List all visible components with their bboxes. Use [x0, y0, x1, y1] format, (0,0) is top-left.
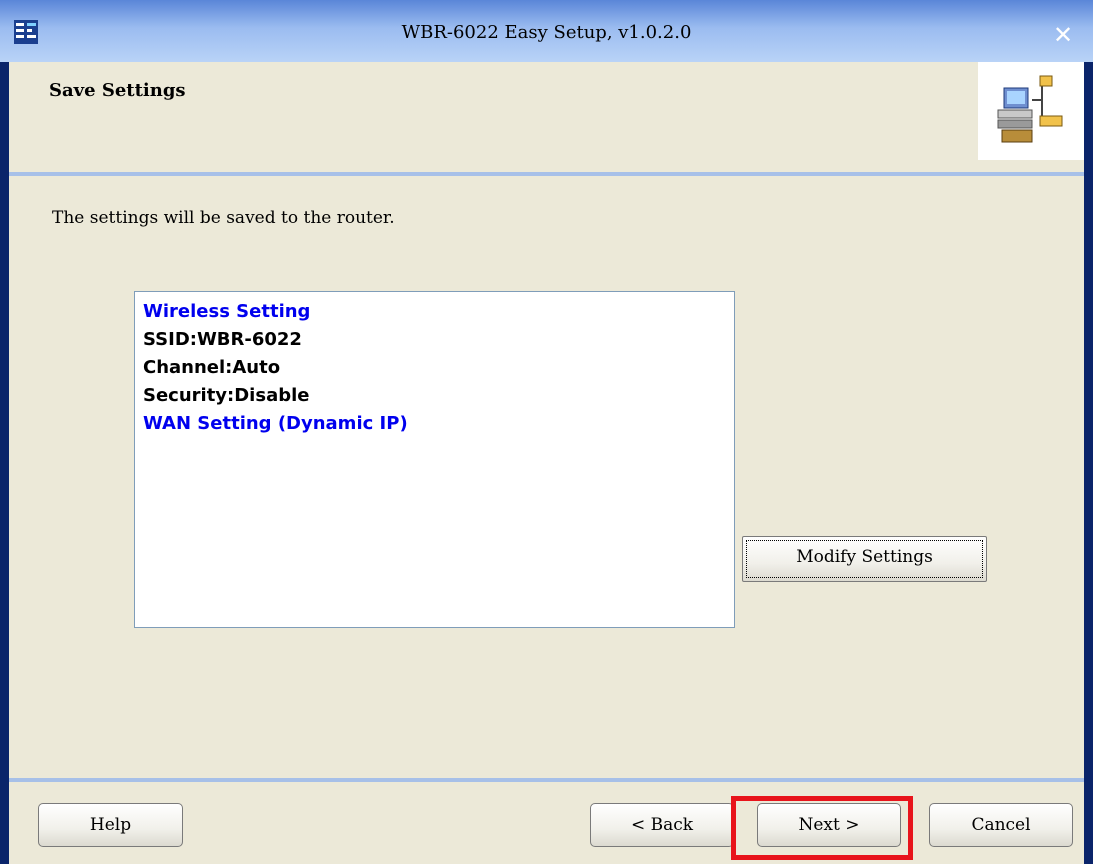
- wireless-setting-heading: Wireless Setting: [143, 301, 311, 322]
- modify-settings-label: Modify Settings: [796, 547, 933, 567]
- app-icon: [14, 20, 38, 44]
- wizard-header: Save Settings: [9, 62, 1084, 172]
- cancel-button[interactable]: Cancel: [929, 803, 1073, 847]
- security-value: Security:Disable: [143, 385, 310, 406]
- ssid-value: SSID:WBR-6022: [143, 329, 302, 350]
- channel-value: Channel:Auto: [143, 357, 281, 378]
- wan-setting-heading: WAN Setting (Dynamic IP): [143, 413, 408, 434]
- back-button[interactable]: < Back: [590, 803, 734, 847]
- wizard-footer: Help < Back Next > Cancel: [9, 782, 1084, 864]
- modify-settings-button[interactable]: Modify Settings: [742, 536, 987, 582]
- wizard-content: The settings will be saved to the router…: [9, 176, 1084, 778]
- window-title: WBR-6022 Easy Setup, v1.0.2.0: [401, 22, 692, 43]
- intro-text: The settings will be saved to the router…: [52, 208, 395, 228]
- settings-summary-box: Wireless Setting SSID:WBR-6022 Channel:A…: [134, 291, 735, 628]
- close-icon[interactable]: ✕: [1050, 22, 1076, 48]
- setup-window: WBR-6022 Easy Setup, v1.0.2.0 ✕ Save Set…: [0, 0, 1093, 864]
- help-button[interactable]: Help: [38, 803, 183, 847]
- title-bar[interactable]: WBR-6022 Easy Setup, v1.0.2.0 ✕: [0, 0, 1093, 62]
- next-button[interactable]: Next >: [757, 803, 901, 847]
- page-title: Save Settings: [49, 80, 186, 101]
- network-computers-icon: [997, 75, 1063, 143]
- header-icon-box: [978, 62, 1084, 160]
